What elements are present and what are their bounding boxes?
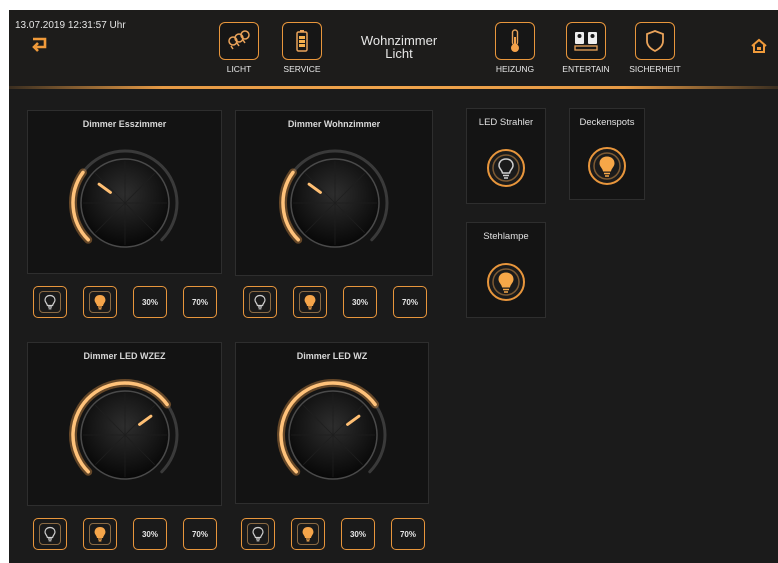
preset-label: 70%	[191, 529, 208, 539]
preset-30-button[interactable]: 30%	[133, 518, 167, 550]
preset-30-button[interactable]: 30%	[341, 518, 375, 550]
bulb-on-icon	[588, 147, 626, 185]
dimmer-knob[interactable]	[270, 145, 400, 255]
tile-led-strahler[interactable]: LED Strahler	[466, 108, 546, 204]
dimmer-knob[interactable]	[60, 145, 190, 255]
dimmer-title: Dimmer Esszimmer	[82, 119, 167, 129]
nav-service-button[interactable]: SERVICE	[273, 22, 331, 74]
thermometer-icon	[495, 22, 535, 60]
tile-stehlampe[interactable]: Stehlampe	[466, 222, 546, 318]
dimmer-panel-esszimmer: Dimmer Esszimmer	[27, 110, 222, 274]
nav-label: SICHERHEIT	[629, 64, 681, 74]
light-on-button[interactable]	[83, 518, 117, 550]
preset-70-button[interactable]: 70%	[391, 518, 425, 550]
dimmer-panel-wohnzimmer: Dimmer Wohnzimmer	[235, 110, 433, 276]
preset-label: 30%	[141, 529, 158, 539]
preset-label: 30%	[351, 297, 368, 307]
nav-sicherheit-button[interactable]: SICHERHEIT	[626, 22, 684, 74]
bulb-off-icon	[249, 291, 271, 313]
bulb-on-icon	[89, 291, 111, 313]
nav-label: HEIZUNG	[495, 64, 535, 74]
app-window: 13.07.2019 12:31:57 Uhr LICHT SERVICE Wo…	[9, 10, 778, 563]
top-bar: 13.07.2019 12:31:57 Uhr LICHT SERVICE Wo…	[9, 10, 778, 86]
bulb-off-icon	[39, 291, 61, 313]
light-on-button[interactable]	[83, 286, 117, 318]
preset-70-button[interactable]: 70%	[183, 286, 217, 318]
bulb-on-icon	[89, 523, 111, 545]
tile-title: Deckenspots	[579, 117, 635, 128]
dimmer-panel-led-wz: Dimmer LED WZ	[235, 342, 429, 504]
light-off-button[interactable]	[33, 286, 67, 318]
tile-deckenspots[interactable]: Deckenspots	[569, 108, 645, 200]
shield-icon	[635, 22, 675, 60]
dimmer-knob[interactable]	[60, 377, 190, 487]
battery-icon	[282, 22, 322, 60]
nav-licht-button[interactable]: LICHT	[210, 22, 268, 74]
bulb-off-icon	[247, 523, 269, 545]
bulb-off-icon	[39, 523, 61, 545]
light-off-button[interactable]	[243, 286, 277, 318]
dimmer-title: Dimmer LED WZEZ	[83, 351, 166, 361]
room-section: Licht	[385, 46, 413, 61]
bulb-off-icon	[487, 149, 525, 187]
room-title: Wohnzimmer Licht	[339, 34, 459, 60]
preset-70-button[interactable]: 70%	[393, 286, 427, 318]
datetime: 13.07.2019 12:31:57 Uhr	[15, 20, 126, 31]
media-icon	[566, 22, 606, 60]
bulbs-icon	[219, 22, 259, 60]
light-off-button[interactable]	[33, 518, 67, 550]
dimmer-panel-led-wzez: Dimmer LED WZEZ	[27, 342, 222, 506]
dimmer-title: Dimmer Wohnzimmer	[287, 119, 381, 129]
home-icon[interactable]	[750, 38, 768, 58]
bulb-on-icon	[299, 291, 321, 313]
preset-label: 70%	[401, 297, 418, 307]
dimmer-knob[interactable]	[268, 377, 398, 487]
light-off-button[interactable]	[241, 518, 275, 550]
bulb-on-icon	[297, 523, 319, 545]
preset-30-button[interactable]: 30%	[133, 286, 167, 318]
preset-label: 30%	[141, 297, 158, 307]
nav-label: SERVICE	[283, 64, 321, 74]
nav-entertain-button[interactable]: ENTERTAIN	[557, 22, 615, 74]
nav-heizung-button[interactable]: HEIZUNG	[486, 22, 544, 74]
preset-label: 70%	[191, 297, 208, 307]
preset-30-button[interactable]: 30%	[343, 286, 377, 318]
tile-title: LED Strahler	[478, 117, 534, 128]
bulb-on-icon	[487, 263, 525, 301]
back-icon[interactable]	[29, 34, 51, 56]
light-on-button[interactable]	[291, 518, 325, 550]
nav-label: ENTERTAIN	[562, 64, 610, 74]
light-on-button[interactable]	[293, 286, 327, 318]
nav-label: LICHT	[226, 64, 252, 74]
preset-label: 30%	[349, 529, 366, 539]
preset-70-button[interactable]: 70%	[183, 518, 217, 550]
tile-title: Stehlampe	[483, 231, 529, 242]
accent-divider	[9, 86, 778, 89]
dimmer-title: Dimmer LED WZ	[296, 351, 368, 361]
preset-label: 70%	[399, 529, 416, 539]
